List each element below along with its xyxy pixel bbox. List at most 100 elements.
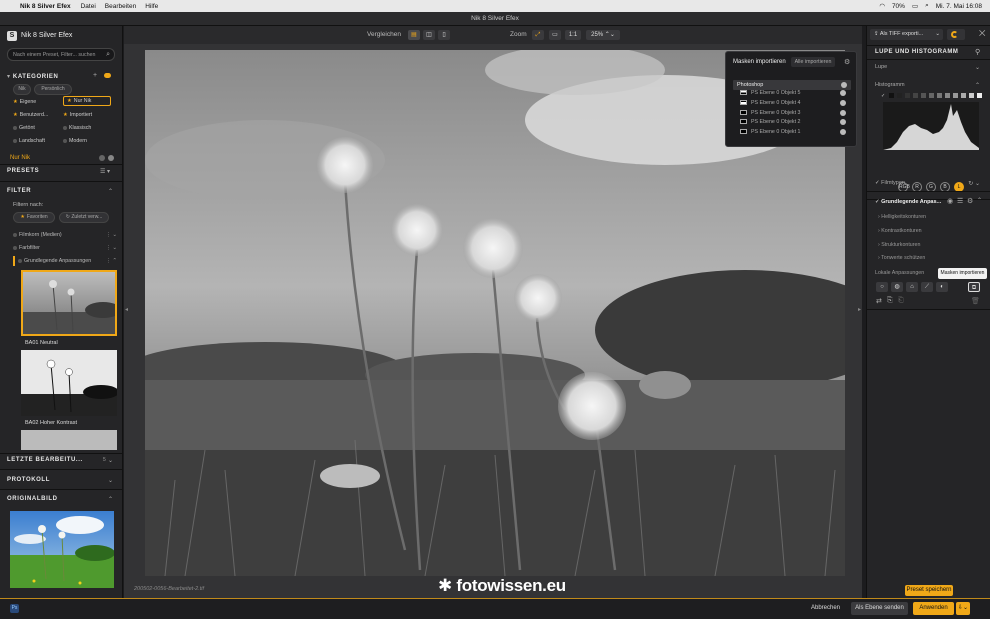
category-landschaft[interactable]: Landschaft: [13, 138, 45, 144]
toggle-icon[interactable]: [104, 73, 111, 78]
mask-layer-2[interactable]: PS Ebene 0 Objekt 2: [740, 118, 848, 127]
category-eigene[interactable]: ★ Eigene: [13, 99, 36, 105]
zoom-1-1-button[interactable]: 1:1: [565, 30, 581, 40]
datetime[interactable]: Mi. 7. Mai 16:08: [936, 3, 982, 10]
menu-app-name[interactable]: Nik 8 Silver Efex: [20, 3, 71, 10]
wifi-icon[interactable]: ◠: [879, 2, 885, 10]
chevron-down-icon[interactable]: ⌄: [108, 457, 113, 464]
compare-side-icon[interactable]: ◫: [423, 30, 435, 40]
apply-button[interactable]: Anwenden: [913, 602, 954, 615]
protocol-header[interactable]: PROTOKOLL: [7, 477, 50, 483]
histogram-label[interactable]: Histogramm: [875, 82, 905, 88]
filter-header[interactable]: FILTER: [7, 188, 31, 194]
category-getoent[interactable]: Getönt: [13, 125, 35, 131]
reset-filter-icon[interactable]: [108, 155, 114, 161]
recent-edits-header[interactable]: LETZTE BEARBEITU...: [7, 457, 83, 463]
original-image-header[interactable]: ORIGINALBILD: [7, 496, 58, 502]
mask-layer-3[interactable]: PS Ebene 0 Objekt 3: [740, 109, 848, 118]
local-luma-tool-icon[interactable]: ◐: [936, 282, 948, 292]
search-box[interactable]: Nach einem Preset, Filter... suchen ⌕: [7, 48, 115, 61]
chevron-up-icon[interactable]: ⌃: [108, 496, 113, 503]
menu-datei[interactable]: Datei: [81, 3, 96, 10]
chevron-up-icon[interactable]: ⌃: [977, 197, 982, 204]
apply-options-dropdown[interactable]: ⇩⌄: [956, 602, 970, 615]
filter-group-grundlegende[interactable]: Grundlegende Anpassungen ⋮ ⌃: [13, 256, 117, 266]
collapse-left-icon[interactable]: ◂: [125, 306, 128, 313]
gear-icon[interactable]: ⚙: [844, 58, 850, 66]
chevron-up-icon[interactable]: ⌃: [975, 82, 980, 89]
reset-chevron-icon[interactable]: ↻ ⌄: [968, 180, 980, 187]
chevron-down-icon[interactable]: ⌄: [108, 477, 113, 484]
zoom-label: Zoom: [510, 31, 527, 38]
paste-icon[interactable]: ⎗: [898, 297, 904, 305]
adj-contrast[interactable]: › Kontrastkonturen: [878, 228, 922, 234]
send-as-layer-button[interactable]: Als Ebene senden: [851, 602, 908, 615]
battery-icon[interactable]: ▭: [912, 2, 918, 10]
filter-group-filmkorn[interactable]: Filmkorn (Medien) ⋮ ⌄: [13, 230, 117, 240]
search-icon[interactable]: ⌕: [925, 2, 929, 10]
preset-thumbnail-next[interactable]: [21, 430, 117, 450]
category-nur-nik[interactable]: ★ Nur Nik: [63, 96, 111, 106]
list-icon[interactable]: ☰: [957, 197, 963, 205]
search-icon[interactable]: ⌕: [106, 51, 110, 59]
mask-layer-5[interactable]: PS Ebene 0 Objekt 5: [740, 89, 848, 98]
fit-zoom-icon[interactable]: ⤢: [532, 30, 544, 40]
gear-icon[interactable]: ⚙: [967, 197, 973, 205]
search-input[interactable]: Nach einem Preset, Filter... suchen: [13, 52, 95, 58]
save-preset-button[interactable]: Preset speichern: [905, 585, 953, 596]
adj-brightness[interactable]: › Helligkeitskonturen: [878, 214, 926, 220]
categories-header[interactable]: ▾ KATEGORIEN: [7, 73, 58, 80]
import-all-button[interactable]: Alle importieren: [791, 57, 835, 67]
chevron-up-icon[interactable]: ⌃: [108, 188, 113, 195]
visibility-eye-icon[interactable]: ◉: [947, 197, 953, 205]
adj-protect-tones[interactable]: › Tonwerte schützen: [878, 255, 925, 261]
mask-layer-1[interactable]: PS Ebene 0 Objekt 1: [740, 128, 848, 137]
pill-zuletzt[interactable]: ↻ Zuletzt verw...: [59, 212, 109, 223]
preview-toggle-icon[interactable]: [947, 29, 965, 40]
loupe-histogram-header[interactable]: LUPE UND HISTOGRAMM: [875, 49, 958, 55]
add-icon[interactable]: +: [93, 72, 97, 79]
menu-bearbeiten[interactable]: Bearbeiten: [105, 3, 136, 10]
category-klassisch[interactable]: Klassisch: [63, 125, 91, 131]
pill-favoriten[interactable]: ★ Favoriten: [13, 212, 55, 223]
pin-icon[interactable]: ⚲: [975, 48, 980, 56]
local-tag-tool-icon[interactable]: ⌂: [906, 282, 918, 292]
mask-import-icon[interactable]: ⧉: [968, 282, 980, 292]
local-circle-tool-icon[interactable]: ○: [876, 282, 888, 292]
clear-filter-icon[interactable]: [99, 155, 105, 161]
category-modern[interactable]: Modern: [63, 138, 87, 144]
canvas-toolbar: Vergleichen ▤ ◫ ▯ Zoom ⤢ ▭ 1:1 25% ⌃⌄: [124, 26, 862, 44]
mask-layer-4[interactable]: PS Ebene 0 Objekt 4: [740, 99, 848, 108]
asterisk-logo-icon: ✱: [438, 576, 452, 595]
zoom-dropdown[interactable]: 25% ⌃⌄: [586, 30, 620, 40]
loupe-label[interactable]: Lupe: [875, 64, 887, 70]
film-types-row[interactable]: ✓ Filmtypen: [875, 180, 905, 186]
photoshop-icon[interactable]: Ps: [10, 604, 19, 613]
local-brush-tool-icon[interactable]: ◍: [891, 282, 903, 292]
pill-persoenlich[interactable]: Persönlich: [34, 84, 72, 95]
adj-structure[interactable]: › Strukturkonturen: [878, 242, 920, 248]
fill-zoom-icon[interactable]: ▭: [549, 30, 561, 40]
presets-header[interactable]: PRESETS: [7, 168, 39, 174]
menu-hilfe[interactable]: Hilfe: [145, 3, 158, 10]
category-benutzerdefiniert[interactable]: ★ Benutzerd...: [13, 112, 48, 118]
invert-icon[interactable]: ⇄: [876, 297, 882, 305]
export-dropdown[interactable]: ⇪ Als TIFF exporti... ⌄: [870, 29, 943, 40]
preset-thumbnail-neutral[interactable]: [21, 270, 117, 336]
list-view-icon[interactable]: ☰ ▾: [100, 168, 110, 175]
local-gradient-tool-icon[interactable]: ⟋: [921, 282, 933, 292]
chevron-down-icon[interactable]: ⌄: [975, 64, 980, 71]
copy-icon[interactable]: ⎘: [887, 297, 893, 305]
cancel-button[interactable]: Abbrechen: [811, 605, 840, 611]
basic-adjustments-header[interactable]: ✓ Grundlegende Anpas...: [875, 199, 941, 205]
category-importiert[interactable]: ★ Importiert: [63, 112, 92, 118]
collapse-right-icon[interactable]: ▸: [858, 306, 861, 313]
compare-split-icon[interactable]: ▤: [408, 30, 420, 40]
compare-original-icon[interactable]: ▯: [438, 30, 450, 40]
pill-nik[interactable]: Nik: [13, 84, 31, 95]
filter-group-farbfilter[interactable]: Farbfilter ⋮ ⌄: [13, 243, 117, 253]
close-panel-icon[interactable]: ⨉: [979, 29, 985, 39]
trash-icon[interactable]: 🗑: [971, 297, 980, 305]
mask-import-tooltip: Masken importieren: [938, 268, 987, 279]
preset-thumbnail-high-contrast[interactable]: [21, 350, 117, 416]
